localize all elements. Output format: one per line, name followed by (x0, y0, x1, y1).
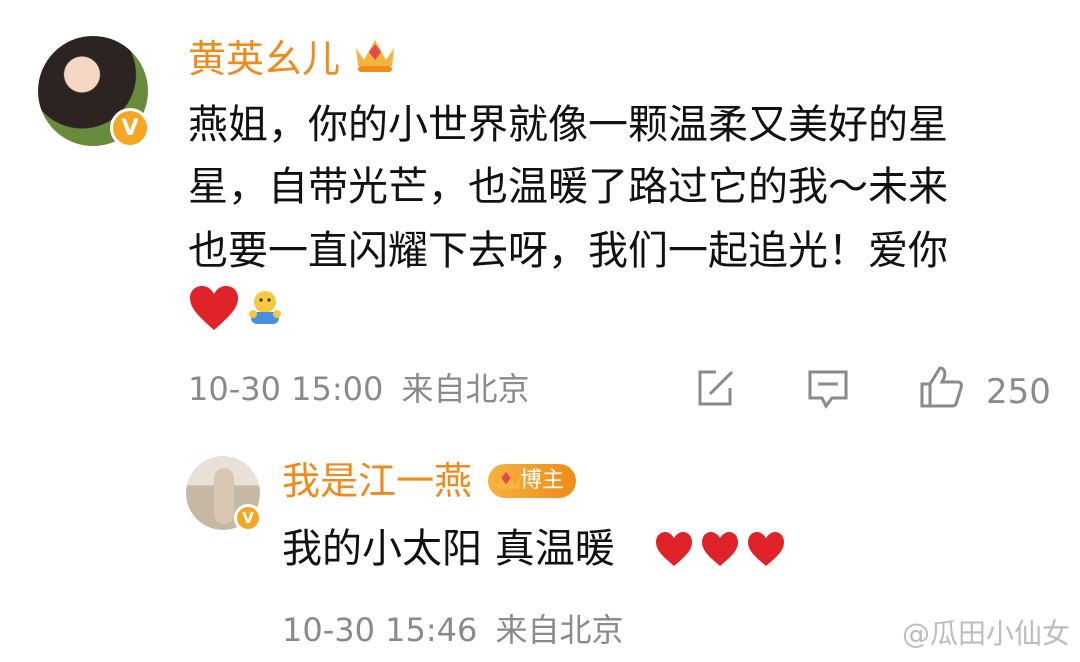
heart-emoji-icon (190, 286, 238, 330)
reply-username[interactable]: 我是江一燕 (282, 462, 472, 500)
comment-line-3: 也要一直闪耀下去呀，我们一起追光！爱你 (188, 228, 948, 274)
comment-timestamp: 10-30 15:00 来自北京 (188, 373, 530, 405)
reply-timestamp: 10-30 15:46 来自北京 (282, 614, 624, 646)
reply-time: 10-30 15:46 (282, 611, 478, 649)
comment-line-1: 燕姐，你的小世界就像一颗温柔又美好的星 (188, 102, 948, 148)
comment-time: 10-30 15:00 (188, 370, 384, 408)
verified-badge-icon: V (234, 504, 262, 532)
crown-icon (356, 40, 394, 72)
comment-location: 来自北京 (401, 370, 530, 408)
comment-username[interactable]: 黄英幺儿 (188, 40, 340, 78)
comment-avatar-wrap[interactable]: V (38, 36, 150, 148)
comment-line-2: 星，自带光芒，也温暖了路过它的我～未来 (188, 164, 948, 210)
watermark: @瓜田小仙女 (901, 617, 1070, 650)
verified-badge-icon: V (110, 108, 150, 148)
host-badge: 博主 (488, 464, 577, 498)
crown-icon (491, 468, 521, 489)
reply-avatar-wrap[interactable]: V (186, 456, 262, 532)
share-icon[interactable] (694, 368, 736, 410)
host-badge-label: 博主 (520, 468, 565, 493)
hug-emoji-icon (249, 291, 281, 324)
reply-text: 我的小太阳 真温暖 (282, 520, 615, 578)
reply-text-content: 我的小太阳 真温暖 (282, 526, 615, 572)
comment-icon[interactable] (806, 368, 850, 410)
like-icon[interactable] (918, 364, 964, 410)
like-count: 250 (986, 372, 1051, 412)
heart-emoji-icon (656, 532, 784, 566)
reply-location: 来自北京 (495, 611, 624, 649)
